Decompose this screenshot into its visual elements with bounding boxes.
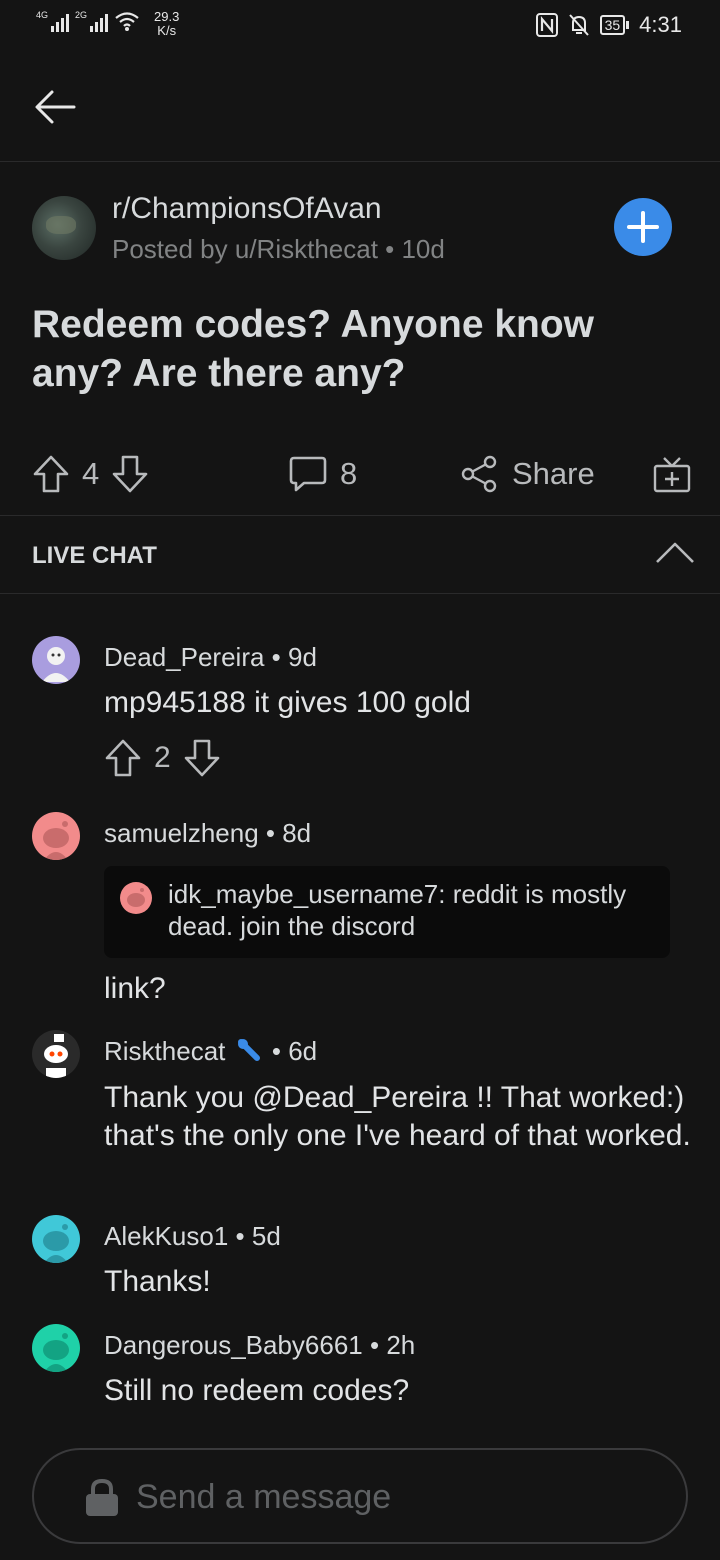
back-arrow-icon[interactable] [30,82,80,132]
message-composer [32,1448,688,1544]
message-body: Thank you @Dead_Pereira !! That worked:)… [104,1081,691,1152]
post-score: 4 [82,456,100,491]
clock: 4:31 [639,12,682,37]
network-type: 4G [36,10,49,20]
quote-text: idk_maybe_username7: reddit is mostly de… [168,879,627,941]
snoo-avatar-icon [43,1224,69,1263]
share-icon [461,455,497,493]
snoo-avatar-icon [42,647,70,682]
wifi-icon [115,12,139,31]
signal-icon: 4G [36,10,70,32]
message-body: Still no redeem codes? [104,1374,410,1407]
comment-icon [289,456,327,492]
reply-quote[interactable]: idk_maybe_username7: reddit is mostly de… [104,866,670,958]
message-meta: Dangerous_Baby6661 • 2h [104,1330,416,1360]
message-body: mp945188 it gives 100 gold [104,686,471,719]
snoo-avatar-icon [43,821,69,860]
avatar[interactable] [32,1215,80,1263]
timestamp: 2h [386,1330,416,1360]
post-title: Redeem codes? Anyone know any? Are there… [32,303,595,395]
mute-bell-icon [568,14,589,36]
avatar[interactable] [32,812,80,860]
mod-wrench-icon [237,1039,260,1061]
message-body: link? [104,972,166,1005]
message-input[interactable] [136,1472,656,1522]
username[interactable]: Dangerous_Baby6661 [104,1330,363,1360]
lock-icon [86,1478,118,1516]
award-button[interactable] [652,452,692,496]
snoo-avatar-icon [44,1034,68,1078]
subreddit-avatar[interactable] [32,196,96,260]
message-meta: Dead_Pereira • 9d [104,642,317,672]
gift-icon [653,457,691,493]
username[interactable]: Dead_Pereira [104,642,264,672]
username[interactable]: samuelzheng [104,818,259,848]
chevron-up-icon[interactable] [654,538,696,568]
live-chat-header[interactable]: LIVE CHAT [0,516,720,594]
downvote-icon[interactable] [183,738,221,778]
live-chat-label: LIVE CHAT [32,542,157,569]
status-bar: 4G 2G 29.3 K/s 35 4:31 [0,0,720,52]
quote-username[interactable]: idk_maybe_username7 [168,879,438,909]
upvote-icon[interactable] [104,738,142,778]
timestamp: 5d [251,1221,281,1251]
message-body: Thanks! [104,1265,211,1298]
upvote-icon[interactable] [32,454,70,494]
message-votes: 2 [104,738,221,778]
signal-icon-2: 2G [75,10,109,32]
share-button[interactable]: Share [460,452,595,496]
message-score: 2 [154,741,171,774]
avatar[interactable] [32,636,80,684]
message-meta: samuelzheng • 8d [104,818,312,848]
network-type-2: 2G [75,10,88,20]
message-meta: AlekKuso1 • 5d [104,1221,281,1251]
avatar[interactable] [32,1324,80,1372]
snoo-avatar-icon [127,888,145,907]
timestamp: 8d [282,818,312,848]
post-actions: 4 8 Share [0,440,720,516]
subreddit-name[interactable]: r/ChampionsOfAvan [112,192,382,226]
join-button[interactable] [614,198,672,256]
battery-icon: 35 [599,15,630,35]
network-speed: 29.3 K/s [154,9,180,38]
top-bar [0,52,720,162]
username[interactable]: Riskthecat [104,1036,225,1066]
message-meta: Riskthecat • 6d [104,1036,318,1066]
downvote-icon[interactable] [111,454,149,494]
avatar[interactable] [32,1030,80,1078]
timestamp: 9d [288,642,317,672]
timestamp: 6d [288,1036,318,1066]
snoo-avatar-icon [43,1333,69,1372]
username[interactable]: AlekKuso1 [104,1221,228,1251]
nfc-icon [535,13,558,37]
share-label: Share [512,456,595,491]
comment-count: 8 [340,456,358,491]
vote-controls: 4 [32,452,149,496]
quote-avatar [120,882,152,914]
comments-button[interactable]: 8 [288,452,357,496]
plus-icon [627,211,659,243]
post-byline[interactable]: Posted by u/Riskthecat • 10d [112,234,445,265]
